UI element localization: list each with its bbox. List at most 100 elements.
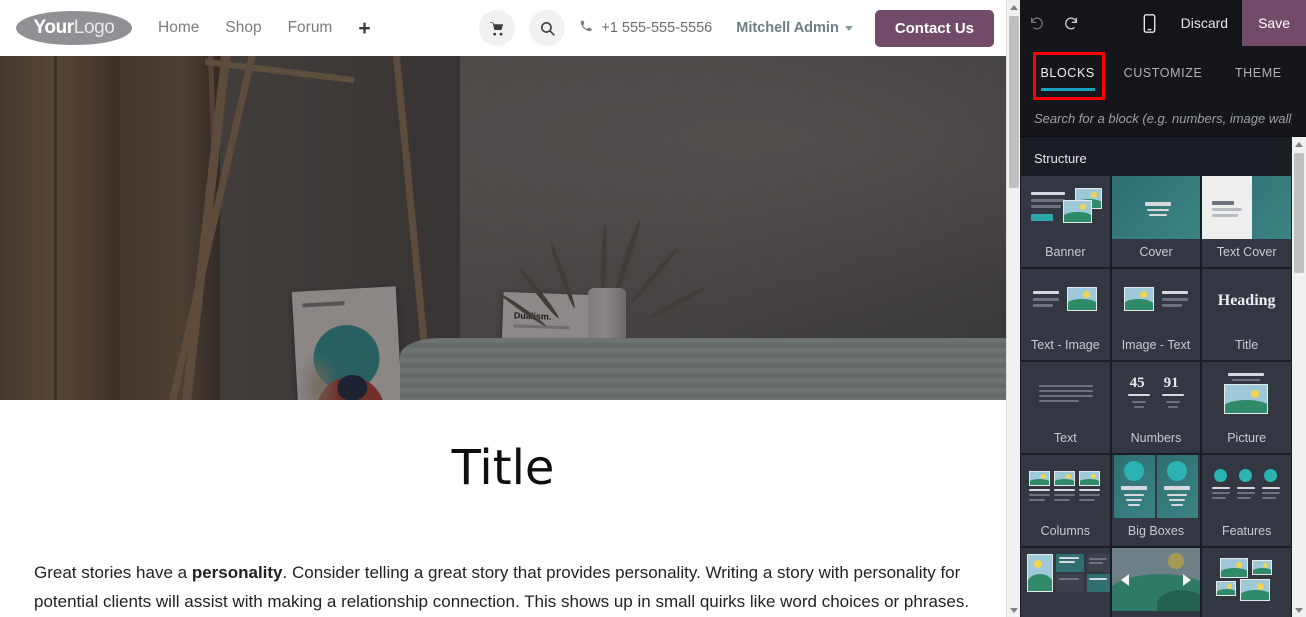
- logo-bold-text: Your: [33, 17, 75, 38]
- masonry-thumbnail: [1021, 548, 1110, 611]
- tab-theme-label: THEME: [1234, 66, 1282, 80]
- phone-icon: [579, 19, 593, 37]
- user-menu[interactable]: Mitchell Admin: [736, 20, 853, 36]
- block-item-carousel[interactable]: [1111, 548, 1201, 617]
- block-item-text[interactable]: Text: [1021, 362, 1110, 453]
- blocks-grid: Banner Cover Text Cover Text - Image Ima…: [1020, 176, 1292, 617]
- scroll-down-icon[interactable]: [1007, 603, 1020, 617]
- site-logo[interactable]: Your Logo: [16, 11, 132, 45]
- block-item-image-text[interactable]: Image - Text: [1111, 269, 1201, 360]
- page-content: Title Great stories have a personality. …: [0, 440, 1006, 617]
- chevron-down-icon: [844, 25, 853, 31]
- block-label: [1112, 611, 1201, 617]
- site-header: Your Logo Home Shop Forum + +1 555-555-5…: [0, 0, 1006, 56]
- page-scrollbar-thumb[interactable]: [1009, 16, 1019, 188]
- picture-thumbnail: [1202, 362, 1291, 425]
- odoo-website-editor: Your Logo Home Shop Forum + +1 555-555-5…: [0, 0, 1306, 617]
- user-name: Mitchell Admin: [736, 20, 839, 36]
- block-label: Image - Text: [1121, 338, 1191, 352]
- paragraph-lead: Great stories have a: [34, 563, 192, 582]
- paragraph-bold-word: personality: [191, 563, 283, 582]
- columns-thumbnail: [1021, 455, 1110, 518]
- search-icon[interactable]: [529, 10, 566, 46]
- header-right-tools: +1 555-555-5556 Mitchell Admin Contact U…: [479, 9, 994, 47]
- block-item-picture[interactable]: Picture: [1202, 362, 1291, 453]
- block-label: Title: [1235, 338, 1259, 352]
- block-item-text-image[interactable]: Text - Image: [1021, 269, 1110, 360]
- block-item-masonry[interactable]: [1021, 548, 1110, 617]
- editor-toolbar: Discard Save: [1020, 0, 1306, 46]
- blocks-panel-scrollbar[interactable]: [1292, 137, 1306, 617]
- mobile-preview-icon[interactable]: [1133, 13, 1167, 33]
- big-boxes-thumbnail: [1111, 455, 1201, 518]
- cart-icon[interactable]: [479, 10, 516, 46]
- redo-icon[interactable]: [1054, 15, 1088, 31]
- block-label: Text Cover: [1216, 245, 1277, 259]
- block-label: [1202, 611, 1291, 617]
- block-label: [1021, 611, 1110, 617]
- tab-theme[interactable]: THEME: [1211, 46, 1306, 100]
- block-label: Numbers: [1130, 431, 1182, 445]
- scroll-up-icon[interactable]: [1292, 137, 1306, 151]
- block-item-image-gallery[interactable]: [1202, 548, 1291, 617]
- main-navigation: Home Shop Forum +: [158, 18, 371, 39]
- blocks-scrollbar-thumb[interactable]: [1294, 153, 1304, 273]
- cover-thumbnail: [1111, 176, 1201, 239]
- contact-us-button[interactable]: Contact Us: [874, 9, 994, 47]
- image-text-thumbnail: [1111, 269, 1201, 332]
- carousel-thumbnail: [1111, 548, 1201, 611]
- block-item-cover[interactable]: Cover: [1111, 176, 1201, 267]
- block-item-columns[interactable]: Columns: [1021, 455, 1110, 546]
- scroll-down-icon[interactable]: [1292, 603, 1306, 617]
- block-label: Banner: [1045, 245, 1086, 259]
- block-item-title[interactable]: Heading Title: [1202, 269, 1291, 360]
- banner-thumbnail: [1021, 176, 1110, 239]
- editor-tabs: BLOCKS CUSTOMIZE THEME: [1020, 46, 1306, 100]
- nav-item-home[interactable]: Home: [158, 19, 199, 37]
- numbers-thumbnail: 45 91: [1111, 362, 1201, 425]
- phone-block[interactable]: +1 555-555-5556: [579, 19, 712, 37]
- editor-panel: Discard Save BLOCKS CUSTOMIZE THEME Stru…: [1020, 0, 1306, 617]
- add-page-icon[interactable]: +: [358, 18, 370, 39]
- numbers-value-2: 91: [1163, 375, 1179, 391]
- nav-item-forum[interactable]: Forum: [288, 19, 333, 37]
- block-label: Columns: [1040, 524, 1090, 538]
- text-cover-thumbnail: [1202, 176, 1291, 239]
- undo-icon[interactable]: [1020, 15, 1054, 31]
- block-label: Cover: [1139, 245, 1173, 259]
- page-scrollbar[interactable]: [1006, 0, 1020, 617]
- tab-customize[interactable]: CUSTOMIZE: [1115, 46, 1210, 100]
- blocks-scroll-area: Structure Banner Cover Text Cover Text -…: [1020, 137, 1292, 617]
- block-search-bar[interactable]: [1020, 100, 1306, 137]
- section-title-structure: Structure: [1034, 151, 1087, 166]
- text-thumbnail: [1021, 362, 1110, 425]
- block-label: Features: [1221, 524, 1272, 538]
- block-label: Text - Image: [1030, 338, 1100, 352]
- block-item-big-boxes[interactable]: Big Boxes: [1111, 455, 1201, 546]
- nav-item-shop[interactable]: Shop: [225, 19, 261, 37]
- numbers-value-1: 45: [1129, 375, 1145, 391]
- phone-number: +1 555-555-5556: [601, 20, 713, 36]
- hero-overlay: [0, 56, 1006, 400]
- discard-button[interactable]: Discard: [1167, 0, 1242, 46]
- logo-light-text: Logo: [73, 17, 115, 38]
- tab-customize-label: CUSTOMIZE: [1123, 66, 1203, 80]
- tab-blocks[interactable]: BLOCKS: [1020, 46, 1115, 100]
- block-item-features[interactable]: Features: [1202, 455, 1291, 546]
- tab-blocks-label: BLOCKS: [1040, 66, 1095, 80]
- text-image-thumbnail: [1021, 269, 1110, 332]
- hero-image[interactable]: Dualism.: [0, 56, 1006, 400]
- search-input[interactable]: [1034, 110, 1292, 126]
- page-paragraph[interactable]: Great stories have a personality. Consid…: [34, 558, 972, 617]
- page-title[interactable]: Title: [34, 440, 972, 496]
- block-item-numbers[interactable]: 45 91 Numbers: [1111, 362, 1201, 453]
- title-preview-text: Heading: [1217, 291, 1276, 309]
- block-item-banner[interactable]: Banner: [1021, 176, 1110, 267]
- block-label: Picture: [1227, 431, 1267, 445]
- title-thumbnail: Heading: [1202, 269, 1291, 332]
- save-button[interactable]: Save: [1242, 0, 1306, 46]
- scroll-up-icon[interactable]: [1007, 0, 1020, 14]
- website-preview: Your Logo Home Shop Forum + +1 555-555-5…: [0, 0, 1006, 617]
- block-item-text-cover[interactable]: Text Cover: [1202, 176, 1291, 267]
- block-label: Text: [1053, 431, 1077, 445]
